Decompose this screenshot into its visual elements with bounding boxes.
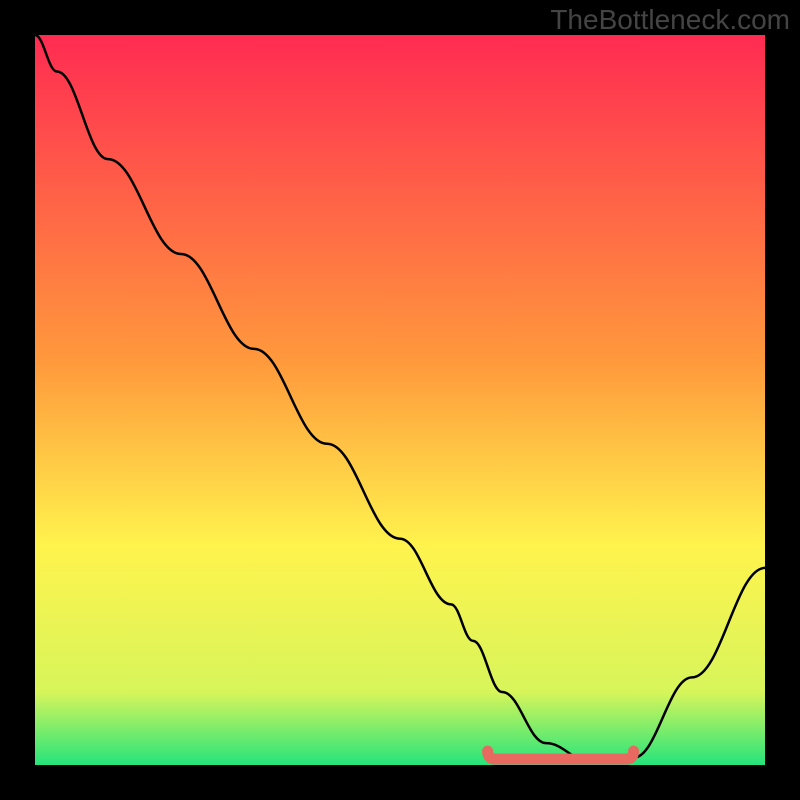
bottleneck-plot <box>35 35 765 765</box>
chart-container: TheBottleneck.com <box>0 0 800 800</box>
watermark-text: TheBottleneck.com <box>550 4 790 36</box>
gradient-background <box>35 35 765 765</box>
